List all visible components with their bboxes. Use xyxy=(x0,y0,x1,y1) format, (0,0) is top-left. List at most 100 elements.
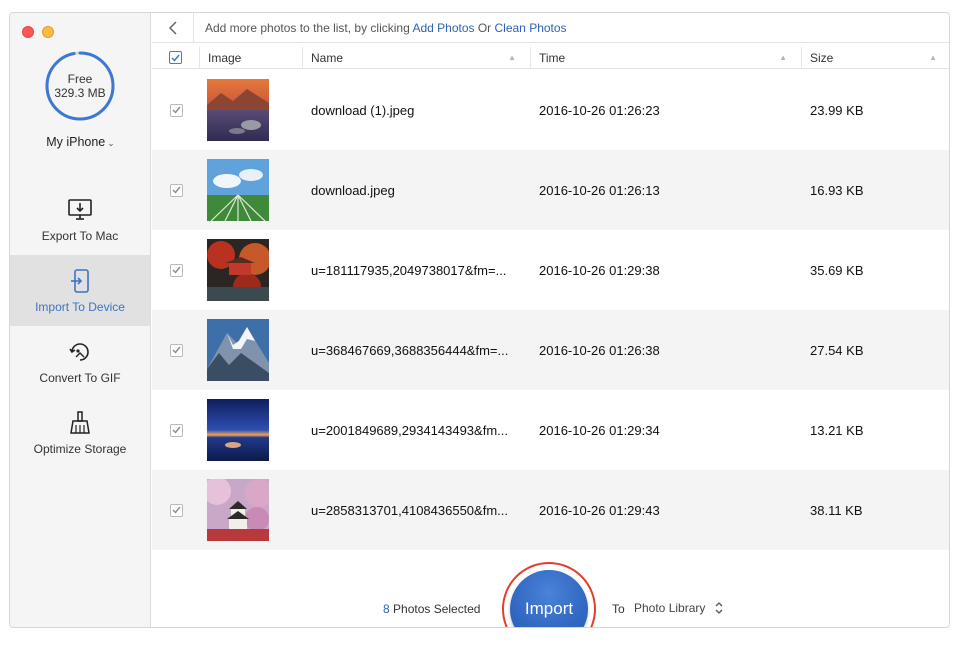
row-size: 35.69 KB xyxy=(810,262,864,278)
row-checkbox[interactable] xyxy=(169,343,183,357)
row-image-cell xyxy=(200,230,303,310)
app-window: Free 329.3 MB My iPhone⌄ Export To Mac xyxy=(9,12,950,628)
sidebar: Free 329.3 MB My iPhone⌄ Export To Mac xyxy=(10,13,151,627)
up-down-chevron-icon xyxy=(715,602,723,614)
row-image-cell xyxy=(200,150,303,230)
sort-arrow-icon: ▲ xyxy=(929,53,937,62)
photo-thumbnail[interactable] xyxy=(207,319,269,381)
row-name: u=368467669,3688356444&fm=... xyxy=(311,342,509,358)
clean-photos-link[interactable]: Clean Photos xyxy=(495,21,567,35)
row-checkbox[interactable] xyxy=(169,423,183,437)
row-size: 16.93 KB xyxy=(810,182,864,198)
row-check-cell xyxy=(152,150,200,230)
sidebar-item-optimize-storage[interactable]: Optimize Storage xyxy=(10,397,150,468)
column-header-name[interactable]: Name ▲ xyxy=(303,47,531,68)
sort-arrow-icon: ▲ xyxy=(508,53,516,62)
check-icon xyxy=(172,266,181,274)
row-check-cell xyxy=(152,470,200,550)
photo-thumbnail[interactable] xyxy=(207,239,269,301)
row-name: u=2858313701,4108436550&fm... xyxy=(311,502,508,518)
storage-label: Free xyxy=(67,72,93,86)
photo-thumbnail[interactable] xyxy=(207,79,269,141)
import-highlight-ring: Import xyxy=(502,562,596,627)
column-label: Name xyxy=(311,50,344,65)
footer-bar: 8 Photos Selected Import To Photo Librar… xyxy=(152,553,949,627)
column-label: Image xyxy=(208,50,242,65)
table-row[interactable]: u=181117935,2049738017&fm=... 2016-10-26… xyxy=(152,230,949,310)
row-checkbox[interactable] xyxy=(169,183,183,197)
close-window-button[interactable] xyxy=(22,26,34,38)
table-row[interactable]: u=2858313701,4108436550&fm... 2016-10-26… xyxy=(152,470,949,550)
row-time: 2016-10-26 01:26:38 xyxy=(539,342,660,358)
window-controls xyxy=(22,26,54,38)
sidebar-item-import-to-device[interactable]: Import To Device xyxy=(10,255,150,326)
row-check-cell xyxy=(152,390,200,470)
sidebar-item-label: Import To Device xyxy=(35,299,125,314)
selected-count: 8 xyxy=(383,602,390,616)
photo-thumbnail[interactable] xyxy=(207,159,269,221)
table-row[interactable]: u=368467669,3688356444&fm=... 2016-10-26… xyxy=(152,310,949,390)
row-size: 13.21 KB xyxy=(810,422,864,438)
table-row[interactable]: u=2001849689,2934143493&fm... 2016-10-26… xyxy=(152,390,949,470)
selected-label: Photos Selected xyxy=(389,602,481,616)
row-image-cell xyxy=(200,310,303,390)
chevron-down-icon: ⌄ xyxy=(107,138,115,148)
row-check-cell xyxy=(152,230,200,310)
row-image-cell xyxy=(200,470,303,550)
minimize-window-button[interactable] xyxy=(42,26,54,38)
toolbar: Add more photos to the list, by clicking… xyxy=(152,13,949,43)
sidebar-nav: Export To Mac Import To Device Convert T… xyxy=(10,184,150,468)
row-image-cell xyxy=(200,390,303,470)
row-size: 27.54 KB xyxy=(810,342,864,358)
row-name: u=2001849689,2934143493&fm... xyxy=(311,422,508,438)
photo-thumbnail[interactable] xyxy=(207,399,269,461)
monitor-download-icon xyxy=(66,197,94,223)
photo-list: download (1).jpeg 2016-10-26 01:26:23 23… xyxy=(152,70,949,550)
row-name: u=181117935,2049738017&fm=... xyxy=(311,262,507,278)
select-all-checkbox[interactable] xyxy=(169,51,182,64)
device-name: My iPhone xyxy=(46,135,106,149)
gif-convert-icon xyxy=(66,339,94,365)
row-checkbox[interactable] xyxy=(169,503,183,517)
storage-text: Free 329.3 MB xyxy=(44,72,116,100)
table-row[interactable]: download.jpeg 2016-10-26 01:26:13 16.93 … xyxy=(152,150,949,230)
row-name: download (1).jpeg xyxy=(311,102,415,118)
column-label: Time xyxy=(539,50,566,65)
device-selector[interactable]: My iPhone ⌄ xyxy=(10,135,151,149)
row-image-cell xyxy=(200,70,303,150)
hint-prefix: Add more photos to the list, by clicking xyxy=(205,20,413,35)
column-header-image: Image xyxy=(200,47,303,68)
column-label: Size xyxy=(810,50,834,65)
sidebar-item-convert-to-gif[interactable]: Convert To GIF xyxy=(10,326,150,397)
import-button[interactable]: Import xyxy=(510,570,588,627)
chevron-left-icon xyxy=(168,20,177,35)
storage-value: 329.3 MB xyxy=(54,86,106,100)
back-button[interactable] xyxy=(152,13,194,43)
column-header-size[interactable]: Size ▲ xyxy=(802,47,949,68)
sidebar-item-export-to-mac[interactable]: Export To Mac xyxy=(10,184,150,255)
check-icon xyxy=(172,506,181,514)
main-panel: Add more photos to the list, by clicking… xyxy=(152,13,949,627)
row-time: 2016-10-26 01:29:34 xyxy=(539,422,660,438)
phone-import-icon xyxy=(66,268,94,294)
row-time: 2016-10-26 01:26:13 xyxy=(539,182,660,198)
row-size: 38.11 KB xyxy=(810,502,863,518)
add-photos-link[interactable]: Add Photos xyxy=(412,21,474,35)
storage-ring: Free 329.3 MB xyxy=(44,50,116,122)
column-header-time[interactable]: Time ▲ xyxy=(531,47,802,68)
photo-thumbnail[interactable] xyxy=(207,479,269,541)
table-row[interactable]: download (1).jpeg 2016-10-26 01:26:23 23… xyxy=(152,70,949,150)
row-time: 2016-10-26 01:26:23 xyxy=(539,102,660,118)
sidebar-item-label: Optimize Storage xyxy=(33,441,127,456)
hint-text: Add more photos to the list, by clicking… xyxy=(194,21,567,35)
sidebar-item-label: Export To Mac xyxy=(41,228,119,243)
sidebar-item-label: Convert To GIF xyxy=(39,370,121,385)
check-icon xyxy=(171,54,180,62)
select-all-cell xyxy=(152,47,200,68)
destination-value: Photo Library xyxy=(634,601,706,615)
check-icon xyxy=(172,106,181,114)
row-checkbox[interactable] xyxy=(169,263,183,277)
row-checkbox[interactable] xyxy=(169,103,183,117)
destination-select[interactable]: Photo Library xyxy=(634,601,723,615)
sort-arrow-icon: ▲ xyxy=(779,53,787,62)
